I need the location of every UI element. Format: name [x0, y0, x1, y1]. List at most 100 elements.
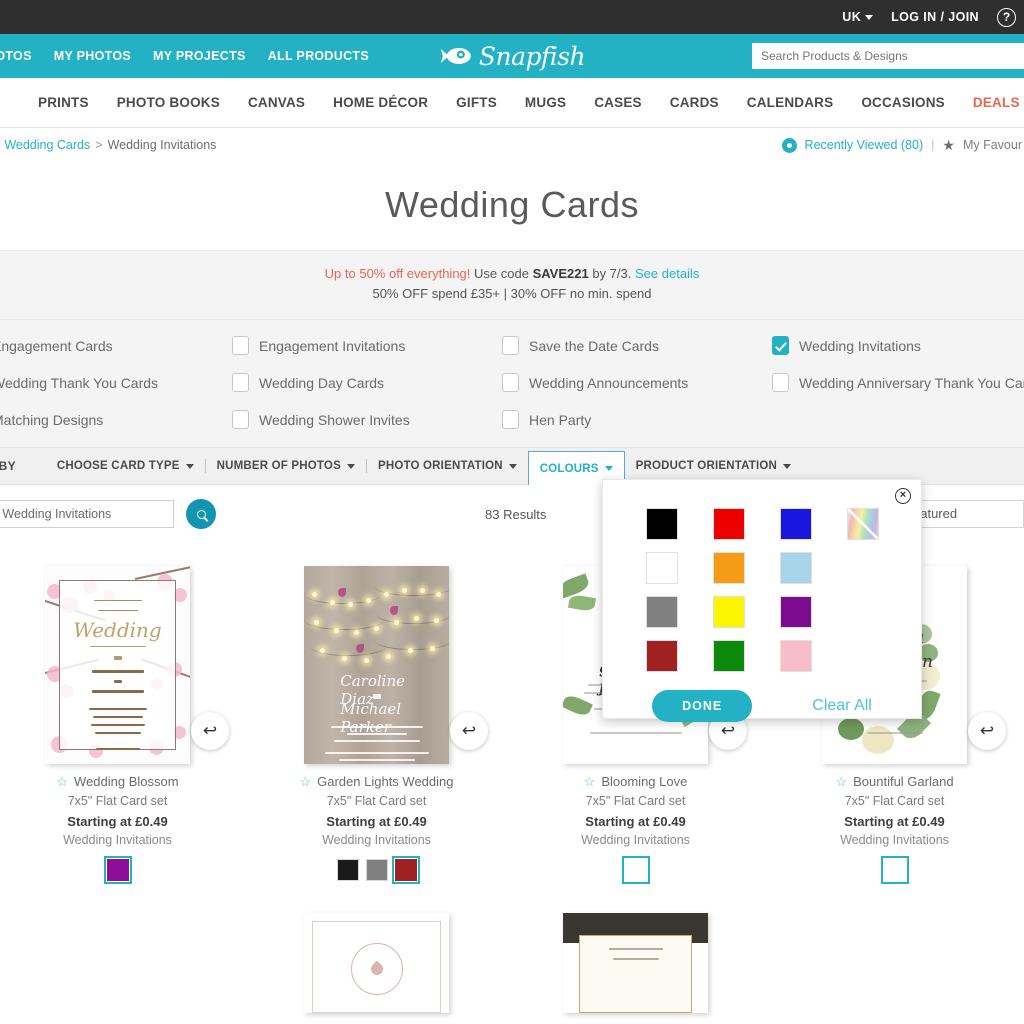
- product-card[interactable]: Wedding ↩ ☆ Wedding Blossom 7x5" Flat Ca…: [0, 551, 247, 894]
- colour-swatch-light-blue[interactable]: [779, 552, 812, 584]
- brand-nav-item-1[interactable]: MY PHOTOS: [54, 49, 131, 63]
- colour-swatch-multicolour[interactable]: [846, 508, 879, 540]
- breadcrumb-link-wedding-cards[interactable]: Wedding Cards: [4, 138, 90, 152]
- favourite-star-icon[interactable]: ☆: [584, 772, 596, 791]
- product-thumbnail-wrap[interactable]: Caroline Diaz Michael Parker ↩: [251, 557, 502, 772]
- checkbox-icon[interactable]: [232, 410, 249, 430]
- colour-swatch-pink[interactable]: [779, 640, 812, 672]
- colour-swatch-green[interactable]: [712, 640, 745, 672]
- help-icon[interactable]: ?: [997, 7, 1016, 27]
- colour-swatch-blue[interactable]: [779, 508, 812, 540]
- favourite-star-icon[interactable]: ☆: [299, 772, 311, 791]
- product-swatch-grey[interactable]: [365, 858, 388, 881]
- checkbox-icon[interactable]: [502, 336, 519, 356]
- product-thumbnail-wrap[interactable]: [510, 912, 761, 1013]
- promo-use-code: Use code: [474, 266, 529, 281]
- main-nav: PRINTS PHOTO BOOKS CANVAS HOME DÉCOR GIF…: [0, 78, 1024, 128]
- nav-prints[interactable]: PRINTS: [24, 95, 103, 110]
- recently-viewed-link[interactable]: Recently Viewed (80): [805, 138, 924, 152]
- colour-swatch-purple[interactable]: [779, 596, 812, 628]
- product-swatch-black[interactable]: [336, 858, 359, 881]
- product-title-row: ☆ Garden Lights Wedding: [251, 772, 502, 791]
- promo-banner: Up to 50% off everything! Use code SAVE2…: [0, 250, 1024, 320]
- chevron-down-icon: [346, 463, 355, 469]
- checkbox-icon[interactable]: [502, 373, 519, 393]
- filter-choose-card-type[interactable]: CHOOSE CARD TYPE: [46, 448, 205, 484]
- filter-photo-orientation[interactable]: PHOTO ORIENTATION: [367, 448, 528, 484]
- search-submit-button[interactable]: [186, 499, 216, 530]
- category-item-wedding-day-cards[interactable]: Wedding Day Cards: [232, 373, 502, 393]
- see-details-link[interactable]: See details: [635, 266, 699, 281]
- nav-mugs[interactable]: MUGS: [511, 95, 580, 110]
- category-item-wedding-shower-invites[interactable]: Wedding Shower Invites: [232, 410, 502, 430]
- clear-all-link[interactable]: Clear All: [812, 697, 872, 715]
- favourite-star-icon[interactable]: ☆: [56, 772, 68, 791]
- refine-search-input[interactable]: [0, 500, 174, 529]
- nav-cases[interactable]: CASES: [580, 95, 656, 110]
- checkbox-checked-icon[interactable]: [772, 336, 789, 356]
- category-item-wedding-anniversary-thank-you[interactable]: Wedding Anniversary Thank You Card: [772, 373, 1024, 393]
- search-input[interactable]: [752, 43, 1024, 69]
- category-item-wedding-invitations[interactable]: Wedding Invitations: [772, 336, 1024, 356]
- category-label: Wedding Anniversary Thank You Card: [799, 374, 1024, 391]
- brand-nav: HOTOS MY PHOTOS MY PROJECTS ALL PRODUCTS: [0, 49, 369, 63]
- nav-calendars[interactable]: CALENDARS: [733, 95, 848, 110]
- category-label: Engagement Invitations: [259, 337, 406, 354]
- product-card[interactable]: [247, 907, 506, 1013]
- product-card[interactable]: Caroline Diaz Michael Parker ↩ ☆ Garden …: [247, 551, 506, 894]
- colour-swatch-orange[interactable]: [712, 552, 745, 584]
- category-item-engagement-cards[interactable]: Engagement Cards: [0, 336, 232, 355]
- login-join-link[interactable]: LOG IN / JOIN: [891, 10, 979, 24]
- flip-card-button[interactable]: ↩: [968, 712, 1006, 751]
- category-filter-panel: Engagement Cards Engagement Invitations …: [0, 319, 1024, 448]
- product-swatch-purple[interactable]: [103, 855, 132, 884]
- product-card[interactable]: [506, 907, 765, 1013]
- category-item-wedding-announcements[interactable]: Wedding Announcements: [502, 373, 772, 393]
- brand-nav-item-0[interactable]: HOTOS: [0, 49, 32, 63]
- colour-swatch-grey[interactable]: [645, 596, 678, 628]
- nav-cards[interactable]: CARDS: [656, 95, 733, 110]
- page-title: Wedding Cards: [385, 184, 639, 225]
- my-favourites-link[interactable]: My Favour: [963, 138, 1022, 152]
- done-button[interactable]: DONE: [652, 690, 753, 722]
- nav-gifts[interactable]: GIFTS: [442, 95, 511, 110]
- checkbox-icon[interactable]: [502, 410, 519, 430]
- brand-nav-item-2[interactable]: MY PROJECTS: [153, 49, 246, 63]
- breadcrumb-actions: Recently Viewed (80) | ★ My Favour: [781, 137, 1022, 154]
- colour-swatch-red[interactable]: [712, 508, 745, 540]
- nav-home-decor[interactable]: HOME DÉCOR: [319, 95, 442, 110]
- favourite-star-icon[interactable]: ☆: [835, 772, 847, 791]
- checkbox-icon[interactable]: [232, 373, 249, 393]
- nav-occasions[interactable]: OCCASIONS: [847, 95, 959, 110]
- locale-selector[interactable]: UK: [842, 10, 874, 24]
- product-thumbnail-wrap[interactable]: Wedding ↩: [0, 557, 243, 772]
- nav-canvas[interactable]: CANVAS: [234, 95, 319, 110]
- logo[interactable]: Snapfish: [439, 42, 586, 71]
- category-label: Engagement Cards: [0, 337, 113, 354]
- checkbox-icon[interactable]: [232, 336, 249, 356]
- nav-photo-books[interactable]: PHOTO BOOKS: [103, 95, 234, 110]
- checkbox-icon[interactable]: [772, 373, 789, 393]
- category-item-hen-party[interactable]: Hen Party: [502, 410, 772, 430]
- flip-card-button[interactable]: ↩: [450, 712, 488, 751]
- colour-swatch-dark-red[interactable]: [645, 640, 678, 672]
- colour-swatch-white[interactable]: [645, 552, 678, 584]
- flip-card-button[interactable]: ↩: [191, 712, 229, 751]
- category-label: Wedding Shower Invites: [259, 411, 410, 428]
- category-item-save-the-date[interactable]: Save the Date Cards: [502, 336, 772, 356]
- sort-by-select[interactable]: eatured: [904, 500, 1024, 529]
- product-swatch-dark-red[interactable]: [391, 855, 420, 884]
- product-swatch-white[interactable]: [621, 855, 650, 884]
- category-item-wedding-thank-you[interactable]: Wedding Thank You Cards: [0, 373, 232, 392]
- colour-swatch-yellow[interactable]: [712, 596, 745, 628]
- filter-number-of-photos[interactable]: NUMBER OF PHOTOS: [206, 448, 366, 484]
- nav-deals[interactable]: DEALS: [959, 95, 1024, 110]
- category-item-matching-designs[interactable]: Matching Designs: [0, 410, 232, 429]
- category-item-engagement-invitations[interactable]: Engagement Invitations: [232, 336, 502, 356]
- colour-swatch-black[interactable]: [645, 508, 678, 540]
- utility-bar: UK LOG IN / JOIN ?: [0, 0, 1024, 34]
- brand-nav-item-3[interactable]: ALL PRODUCTS: [268, 49, 369, 63]
- product-thumbnail-wrap[interactable]: [251, 912, 502, 1013]
- product-swatch-white[interactable]: [880, 855, 909, 884]
- close-icon[interactable]: ×: [895, 488, 911, 504]
